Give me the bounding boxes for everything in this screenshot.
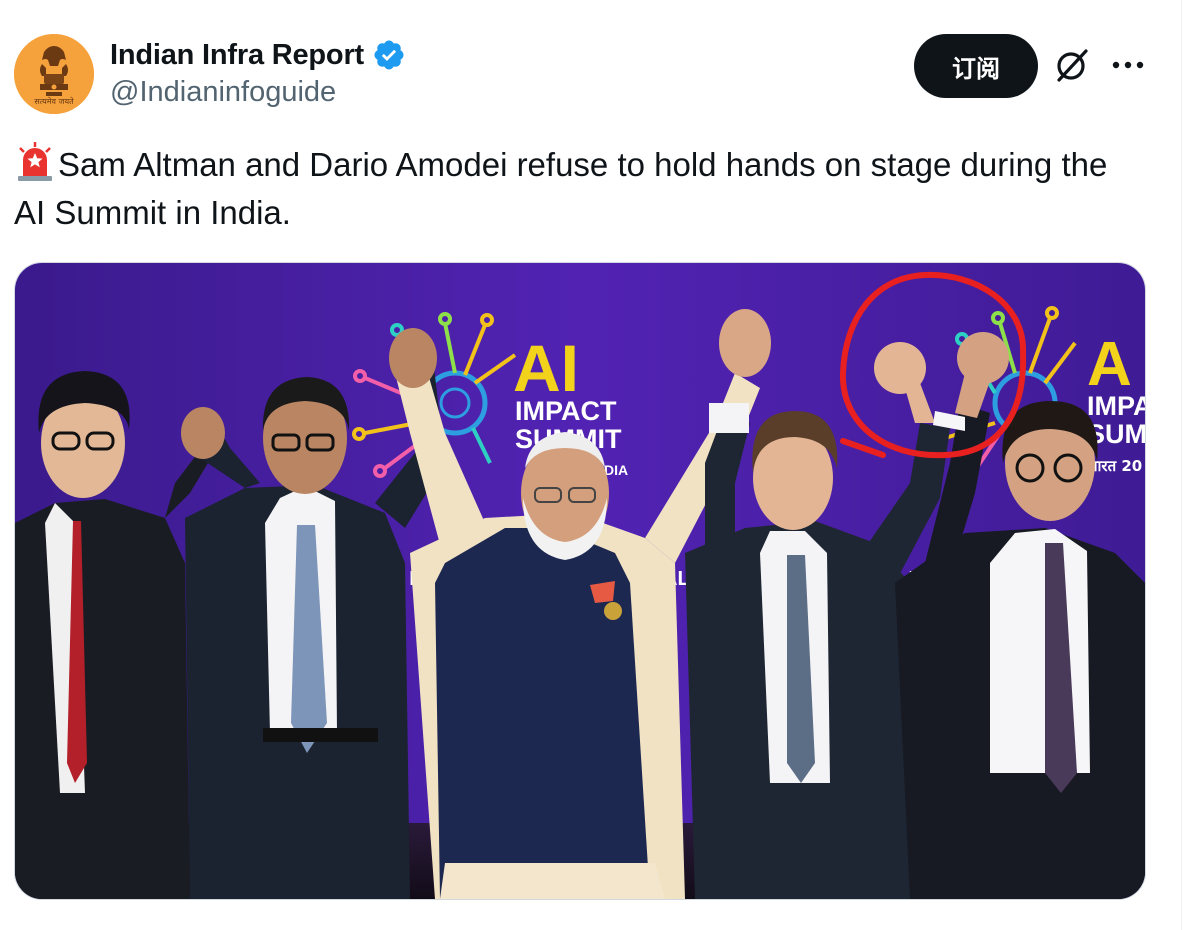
more-dots-icon [1112,61,1144,69]
column-divider [1181,0,1182,930]
handle[interactable]: @Indianinfoguide [110,76,406,109]
tweet-body: Sam Altman and Dario Amodei refuse to ho… [14,146,1108,231]
logo-right-line1: IMPA [1087,391,1145,421]
tweet: सत्यमेव जयते Indian Infra Report @Indian… [0,0,1180,930]
avatar[interactable]: सत्यमेव जयते [14,34,94,114]
photo-image: AI IMPACT SUMMIT INDIA A IMPA SUM भारत 2… [15,263,1145,899]
verified-badge-icon[interactable] [372,38,406,72]
logo-line1: IMPACT [515,396,617,426]
more-button[interactable] [1108,47,1148,83]
rotating-light-icon [18,142,52,181]
grok-button[interactable] [1052,45,1092,85]
author-block: Indian Infra Report @Indianinfoguide [110,36,406,109]
logo-right-line3: भारत 20 [1087,457,1142,475]
avatar-motto: सत्यमेव जयते [34,97,74,106]
display-name[interactable]: Indian Infra Report [110,39,364,72]
logo-title-right: A [1087,330,1132,399]
tweet-photo[interactable]: AI IMPACT SUMMIT INDIA A IMPA SUM भारत 2… [14,262,1146,900]
subscribe-button[interactable]: 订阅 [914,34,1038,98]
tweet-text: Sam Altman and Dario Amodei refuse to ho… [14,140,1144,237]
logo-title: AI [513,331,579,405]
grok-icon [1057,49,1088,82]
